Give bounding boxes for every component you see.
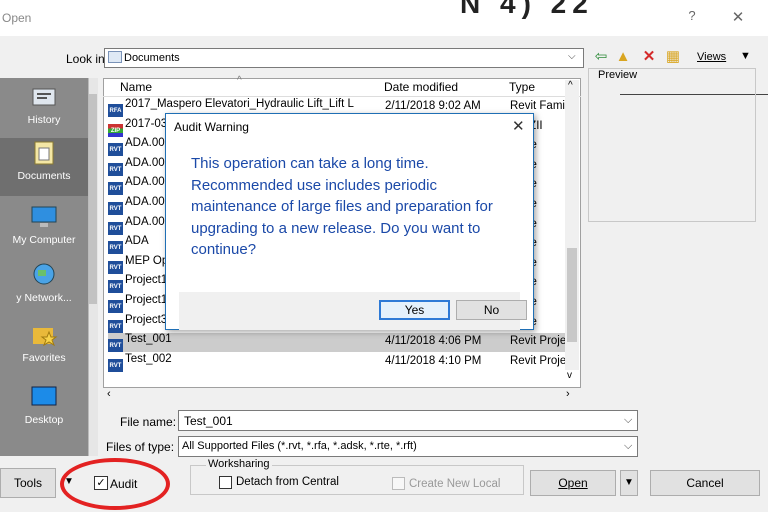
column-header-date[interactable]: Date modified [384, 80, 458, 94]
scroll-right-icon[interactable]: › [566, 388, 570, 400]
file-icon: RVT [108, 221, 123, 235]
chevron-down-icon[interactable]: ⌵ [624, 440, 632, 453]
file-list-hscrollbar[interactable] [104, 388, 580, 402]
create-local-checkbox[interactable] [392, 477, 405, 490]
close-button[interactable]: ✕ [730, 8, 746, 28]
place-my-computer[interactable]: My Computer [0, 204, 88, 246]
window-title: Open [2, 11, 32, 25]
place-network[interactable]: y Network... [0, 262, 88, 304]
file-icon: RVT [108, 182, 123, 196]
file-type: Revit Famil [510, 100, 568, 112]
file-name-value[interactable]: Test_001 [184, 414, 233, 428]
views-dropdown-icon[interactable]: ▼ [740, 50, 751, 62]
scroll-up-icon[interactable]: ^ [568, 80, 573, 91]
chevron-down-icon[interactable]: ⌵ [568, 51, 576, 62]
file-list-scroll-thumb[interactable] [567, 248, 577, 342]
file-name: 2017_Maspero Elevatori_Hydraulic Lift_Li… [125, 98, 354, 110]
column-header-type[interactable]: Type [509, 80, 535, 94]
scroll-left-icon[interactable]: ‹ [107, 388, 111, 400]
scroll-down-icon[interactable]: v [567, 370, 572, 381]
open-button[interactable]: Open [530, 470, 616, 496]
file-date: 4/11/2018 4:06 PM [385, 335, 482, 348]
file-name: Test_001 [125, 333, 172, 346]
computer-icon [31, 206, 57, 227]
header-divider [103, 96, 581, 97]
background-fragment: N 4) 22 [460, 0, 594, 19]
look-in-value: Documents [124, 52, 180, 64]
highlight-circle-annotation [60, 458, 170, 510]
file-name-label: File name: [120, 415, 177, 429]
preview-pane [588, 68, 756, 222]
worksharing-label: Worksharing [206, 458, 272, 470]
place-label: Favorites [22, 352, 66, 364]
help-button[interactable]: ? [684, 8, 700, 28]
chevron-down-icon[interactable]: ⌵ [624, 414, 632, 427]
file-icon: RVT [108, 358, 123, 372]
new-folder-icon[interactable]: ▦ [664, 48, 682, 66]
detach-checkbox[interactable] [219, 476, 232, 489]
place-label: History [27, 114, 61, 126]
file-type-label: Files of type: [106, 440, 175, 454]
file-icon: RVT [108, 339, 123, 353]
place-desktop[interactable]: Desktop [0, 384, 88, 426]
sort-indicator-icon: ^ [237, 75, 242, 86]
file-name-input[interactable] [178, 410, 638, 431]
file-type: Revit Proje [510, 354, 567, 367]
cancel-button[interactable]: Cancel [650, 470, 760, 496]
folder-icon [108, 51, 122, 63]
file-icon: RVT [108, 241, 123, 255]
place-documents[interactable]: Documents [0, 138, 88, 196]
documents-icon [34, 141, 54, 165]
file-row[interactable]: RVTTest_002 4/11/2018 4:10 PM Revit Proje [108, 353, 578, 372]
favorites-icon [33, 328, 58, 347]
title-bar [0, 0, 768, 36]
open-dropdown-icon[interactable]: ▼ [620, 470, 638, 496]
create-local-label[interactable]: Create New Local [409, 478, 500, 490]
file-icon: RVT [108, 162, 123, 176]
file-row[interactable]: RVTTest_001 4/11/2018 4:06 PM Revit Proje [108, 333, 578, 353]
file-type: Revit Proje [510, 335, 567, 348]
file-name: Test_002 [125, 352, 172, 365]
place-label: y Network... [16, 292, 72, 304]
no-button[interactable]: No [456, 300, 527, 320]
audit-warning-title: Audit Warning [174, 120, 249, 134]
views-menu[interactable]: Views [697, 51, 726, 63]
file-icon: RVT [108, 260, 123, 274]
back-arrow-icon[interactable]: ⇦ [592, 48, 610, 66]
file-type-value[interactable]: All Supported Files (*.rvt, *.rfa, *.ads… [182, 440, 417, 452]
file-icon: RFA [108, 104, 123, 117]
file-date: 2/11/2018 9:02 AM [385, 100, 481, 112]
yes-button[interactable]: Yes [379, 300, 450, 320]
audit-warning-message: This operation can take a long time. Rec… [191, 155, 493, 258]
close-icon[interactable]: ✕ [512, 117, 525, 135]
file-icon: RVT [108, 319, 123, 333]
places-scroll-thumb[interactable] [89, 94, 97, 304]
delete-icon[interactable]: ✕ [640, 48, 658, 66]
place-history[interactable]: History [0, 84, 88, 126]
file-icon: RVT [108, 280, 123, 294]
file-icon: RVT [108, 202, 123, 215]
file-icon: RVT [108, 143, 123, 157]
file-icon: RVT [108, 300, 123, 313]
up-folder-icon[interactable]: ▲ [614, 48, 632, 66]
column-header-name[interactable]: Name [120, 80, 152, 94]
history-icon [32, 88, 56, 106]
place-label: Desktop [24, 414, 64, 426]
file-date: 4/11/2018 4:10 PM [385, 354, 482, 367]
place-label: My Computer [12, 234, 76, 246]
network-icon [33, 263, 55, 285]
file-icon: ZIP [108, 123, 123, 137]
place-favorites[interactable]: Favorites [0, 322, 88, 364]
desktop-icon [31, 386, 57, 406]
preview-label: Preview [598, 69, 638, 81]
place-label: Documents [17, 170, 71, 182]
tools-button[interactable]: Tools [0, 468, 56, 498]
detach-label[interactable]: Detach from Central [236, 476, 339, 488]
